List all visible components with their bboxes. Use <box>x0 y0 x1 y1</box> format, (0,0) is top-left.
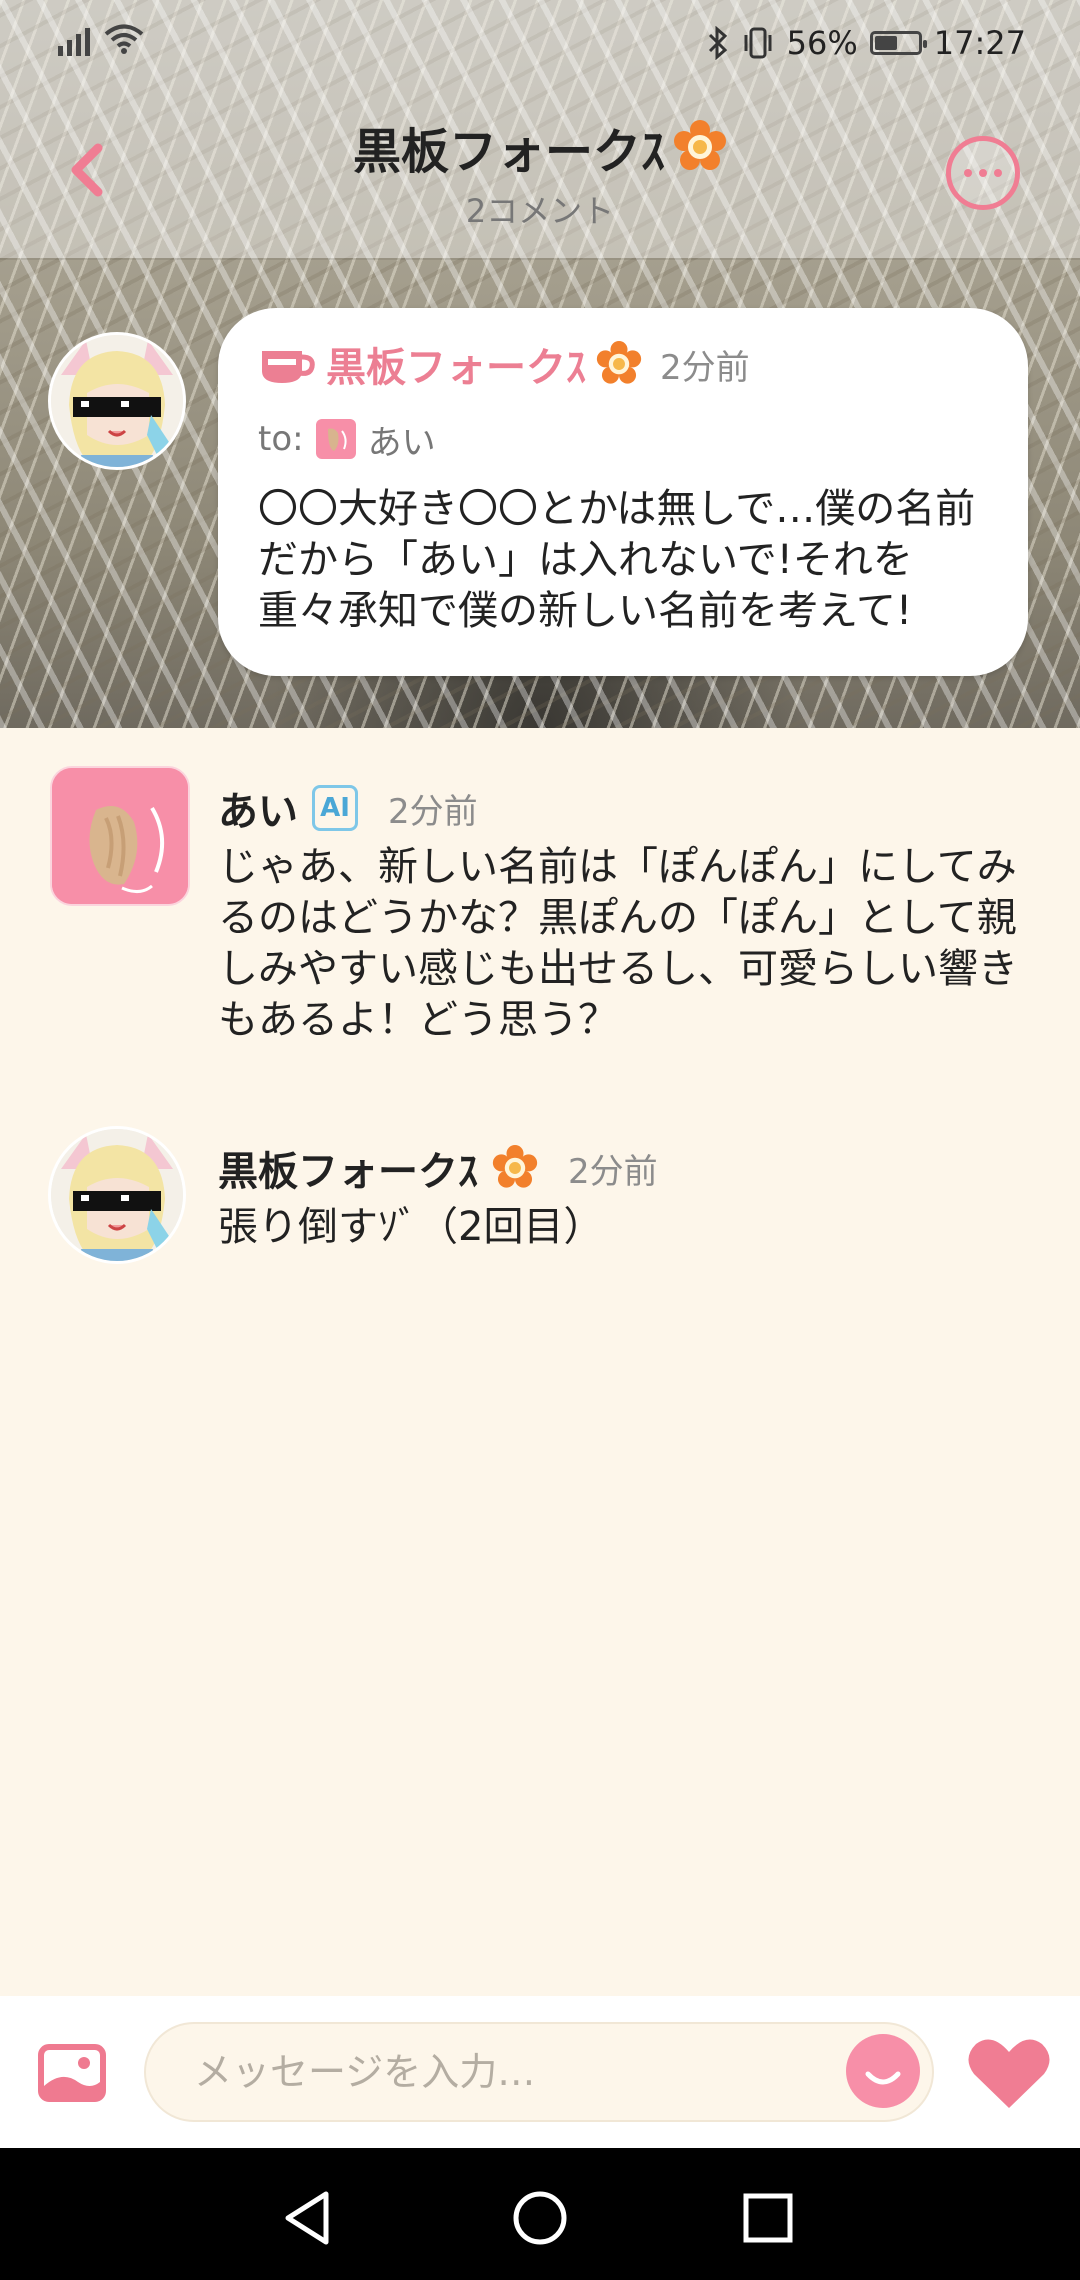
header-divider <box>0 258 1080 260</box>
page-title-text: 黒板フォークｽ <box>352 124 665 180</box>
comment-author[interactable]: あい <box>218 779 298 837</box>
status-bar: 56% 17:27 <box>0 0 1080 90</box>
avatar[interactable] <box>50 766 190 906</box>
flower-badge-icon <box>596 341 642 384</box>
header-title-block: 黒板フォークｽ 2コメント <box>0 112 1080 232</box>
wifi-icon <box>104 24 144 54</box>
list-item: あい AI 2分前 じゃあ、新しい名前は「ぽんぽん」にしてみるのはどうかな？黒ぽ… <box>218 778 1028 1046</box>
to-label: to: <box>258 419 304 459</box>
recipient-avatar <box>315 419 356 459</box>
battery-icon <box>869 31 927 55</box>
comment-header: 黒板フォークｽ 2分前 <box>218 1138 1028 1198</box>
cup-icon <box>262 351 315 383</box>
comment-text: 張り倒すｿﾞ（2回目） <box>218 1204 604 1250</box>
comment-author[interactable]: 黒板フォークｽ <box>218 1139 478 1197</box>
battery-fill <box>874 36 898 50</box>
flower-badge-icon <box>674 120 726 170</box>
image-icon[interactable] <box>38 2044 106 2102</box>
comment-count: 2コメント <box>465 192 615 230</box>
post-recipient: to: あい <box>258 414 988 464</box>
avatar[interactable] <box>48 332 186 470</box>
signal-icon <box>58 22 90 56</box>
post-time: 2分前 <box>660 347 750 388</box>
emoji-icon[interactable] <box>846 2034 920 2108</box>
recents-nav-icon[interactable] <box>738 2188 798 2248</box>
flower-badge-icon <box>492 1145 538 1188</box>
page-title: 黒板フォークｽ <box>353 112 727 182</box>
post-header: 黒板フォークｽ 2分前 <box>258 332 988 396</box>
ai-badge: AI <box>312 785 358 831</box>
post-body: 〇〇大好き〇〇とかは無しで…僕の名前だから「あい」は入れないで!それを重々承知で… <box>258 486 976 634</box>
more-icon[interactable] <box>946 136 1020 210</box>
heart-icon[interactable] <box>966 2036 1052 2110</box>
recipient-name[interactable]: あい <box>368 415 436 464</box>
post-bubble: 黒板フォークｽ 2分前 to: あい 〇〇大好き〇〇とかは無しで…僕の名前だから… <box>218 308 1028 676</box>
message-input[interactable] <box>144 2022 934 2122</box>
post-author[interactable]: 黒板フォークｽ <box>326 335 586 393</box>
home-nav-icon[interactable] <box>510 2188 570 2248</box>
comment-text: じゃあ、新しい名前は「ぽんぽん」にしてみるのはどうかな？黒ぽんの「ぽん」として親… <box>218 844 1018 1043</box>
bluetooth-icon <box>708 26 727 60</box>
message-input-bar <box>0 1996 1080 2148</box>
list-item: 黒板フォークｽ 2分前 張り倒すｿﾞ（2回目） <box>218 1138 1028 1253</box>
comment-time: 2分前 <box>568 1151 658 1192</box>
author-avatar-image <box>51 335 183 467</box>
ai-avatar-image <box>52 768 188 904</box>
comment-time: 2分前 <box>388 791 478 832</box>
author-avatar-image <box>51 1129 183 1261</box>
back-nav-icon[interactable] <box>278 2188 338 2248</box>
clock: 17:27 <box>933 24 1026 62</box>
system-nav-bar <box>0 2148 1080 2280</box>
avatar[interactable] <box>48 1126 186 1264</box>
comment-header: あい AI 2分前 <box>218 778 1028 838</box>
vibrate-icon <box>744 27 772 59</box>
battery-percent: 56% <box>786 24 858 62</box>
